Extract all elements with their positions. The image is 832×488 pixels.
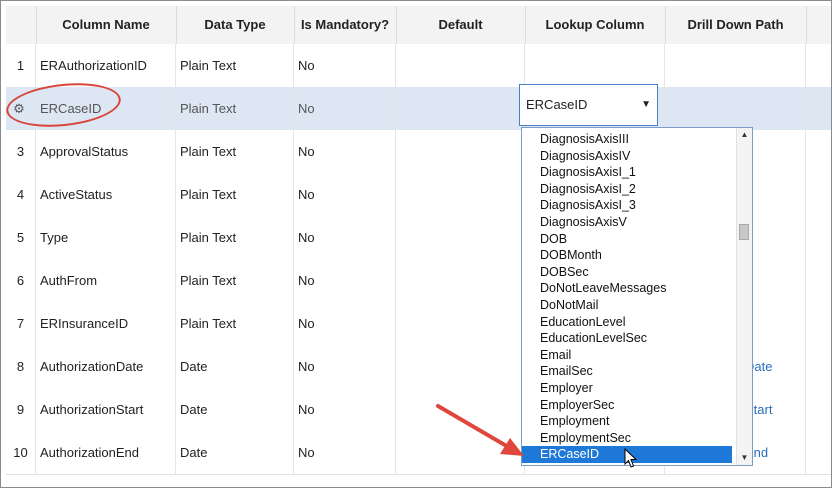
annotation-arrow-icon — [436, 404, 524, 456]
row-number: 5 — [6, 216, 36, 259]
dropdown-option[interactable]: DiagnosisAxisIV — [522, 148, 732, 165]
is-mandatory-cell[interactable]: No — [294, 259, 396, 302]
grid-header: Column Name Data Type Is Mandatory? Defa… — [6, 6, 831, 45]
default-cell[interactable] — [396, 173, 525, 216]
row-number: 4 — [6, 173, 36, 216]
scroll-up-icon[interactable]: ▲ — [737, 128, 752, 142]
column-name-cell[interactable]: AuthorizationEnd — [36, 431, 176, 474]
dropdown-option[interactable]: DOBSec — [522, 264, 732, 281]
is-mandatory-cell[interactable]: No — [294, 388, 396, 431]
default-cell[interactable] — [396, 216, 525, 259]
default-cell[interactable] — [396, 130, 525, 173]
dropdown-option[interactable]: EducationLevelSec — [522, 330, 732, 347]
drill-down-path-cell[interactable] — [665, 87, 806, 130]
data-type-cell[interactable]: Plain Text — [176, 216, 294, 259]
dropdown-option[interactable]: DiagnosisAxisI_1 — [522, 164, 732, 181]
lookup-column-dropdown-list[interactable]: DiagnosisAxisIII DiagnosisAxisIV Diagnosis… — [521, 127, 753, 466]
row-number: 10 — [6, 431, 36, 474]
dropdown-option[interactable]: Employer — [522, 380, 732, 397]
is-mandatory-cell[interactable]: No — [294, 216, 396, 259]
header-drill-down-path[interactable]: Drill Down Path — [665, 6, 807, 44]
table-row[interactable]: 1 ERAuthorizationID Plain Text No — [6, 44, 831, 88]
data-type-cell[interactable]: Date — [176, 345, 294, 388]
header-default[interactable]: Default — [396, 6, 526, 44]
dropdown-scrollbar[interactable]: ▲ ▼ — [736, 128, 752, 465]
row-number: 8 — [6, 345, 36, 388]
lookup-column-select[interactable]: ERCaseID ▼ — [519, 84, 658, 126]
scroll-down-icon[interactable]: ▼ — [737, 451, 752, 465]
header-is-mandatory[interactable]: Is Mandatory? — [294, 6, 397, 44]
column-name-cell[interactable]: ApprovalStatus — [36, 130, 176, 173]
data-type-cell[interactable]: Plain Text — [176, 259, 294, 302]
dropdown-option[interactable]: Employment — [522, 413, 732, 430]
dropdown-option[interactable]: DoNotMail — [522, 297, 732, 314]
column-name-cell[interactable]: AuthorizationDate — [36, 345, 176, 388]
header-lookup-column[interactable]: Lookup Column — [525, 6, 666, 44]
is-mandatory-cell[interactable]: No — [294, 431, 396, 474]
is-mandatory-cell[interactable]: No — [294, 345, 396, 388]
data-type-cell[interactable]: Plain Text — [176, 87, 294, 130]
dropdown-option[interactable]: DiagnosisAxisI_2 — [522, 181, 732, 198]
mouse-pointer-icon — [624, 448, 638, 468]
default-cell[interactable] — [396, 44, 525, 87]
lookup-column-cell[interactable] — [525, 44, 665, 87]
is-mandatory-cell[interactable]: No — [294, 44, 396, 87]
data-type-cell[interactable]: Plain Text — [176, 44, 294, 87]
default-cell[interactable] — [396, 302, 525, 345]
dropdown-option[interactable]: DOB — [522, 231, 732, 248]
dropdown-option[interactable]: Email — [522, 347, 732, 364]
row-number: 3 — [6, 130, 36, 173]
row-number: 6 — [6, 259, 36, 302]
header-data-type[interactable]: Data Type — [176, 6, 295, 44]
scrollbar-thumb[interactable] — [739, 224, 749, 241]
is-mandatory-cell[interactable]: No — [294, 87, 396, 130]
data-type-cell[interactable]: Plain Text — [176, 130, 294, 173]
dropdown-option[interactable]: EmployerSec — [522, 397, 732, 414]
default-cell[interactable] — [396, 87, 525, 130]
column-name-cell[interactable]: AuthFrom — [36, 259, 176, 302]
table-row[interactable]: ⚙ ERCaseID Plain Text No — [6, 87, 831, 131]
dropdown-option[interactable]: DiagnosisAxisI_3 — [522, 197, 732, 214]
dropdown-option[interactable]: DoNotLeaveMessages — [522, 280, 732, 297]
dropdown-option[interactable]: DOBMonth — [522, 247, 732, 264]
lookup-column-value: ERCaseID — [526, 97, 588, 112]
data-type-cell[interactable]: Date — [176, 431, 294, 474]
row-number: 7 — [6, 302, 36, 345]
header-column-name[interactable]: Column Name — [36, 6, 177, 44]
is-mandatory-cell[interactable]: No — [294, 173, 396, 216]
dropdown-option[interactable]: EmploymentSec — [522, 430, 732, 447]
row-number: 9 — [6, 388, 36, 431]
data-type-cell[interactable]: Date — [176, 388, 294, 431]
chevron-down-icon[interactable]: ▼ — [641, 85, 651, 125]
data-type-cell[interactable]: Plain Text — [176, 173, 294, 216]
is-mandatory-cell[interactable]: No — [294, 302, 396, 345]
column-name-cell[interactable]: AuthorizationStart — [36, 388, 176, 431]
default-cell[interactable] — [396, 259, 525, 302]
column-name-cell[interactable]: Type — [36, 216, 176, 259]
dropdown-option[interactable]: EducationLevel — [522, 314, 732, 331]
data-type-cell[interactable]: Plain Text — [176, 302, 294, 345]
default-cell[interactable] — [396, 345, 525, 388]
dropdown-option[interactable]: EmailSec — [522, 363, 732, 380]
dropdown-option[interactable]: DiagnosisAxisIII — [522, 131, 732, 148]
row-number: 1 — [6, 44, 36, 87]
column-name-cell[interactable]: ActiveStatus — [36, 173, 176, 216]
header-row-number — [6, 6, 37, 44]
is-mandatory-cell[interactable]: No — [294, 130, 396, 173]
column-name-cell[interactable]: ERAuthorizationID — [36, 44, 176, 87]
column-name-cell[interactable]: ERInsuranceID — [36, 302, 176, 345]
dropdown-option[interactable]: DiagnosisAxisV — [522, 214, 732, 231]
drill-down-path-cell[interactable] — [665, 44, 806, 87]
